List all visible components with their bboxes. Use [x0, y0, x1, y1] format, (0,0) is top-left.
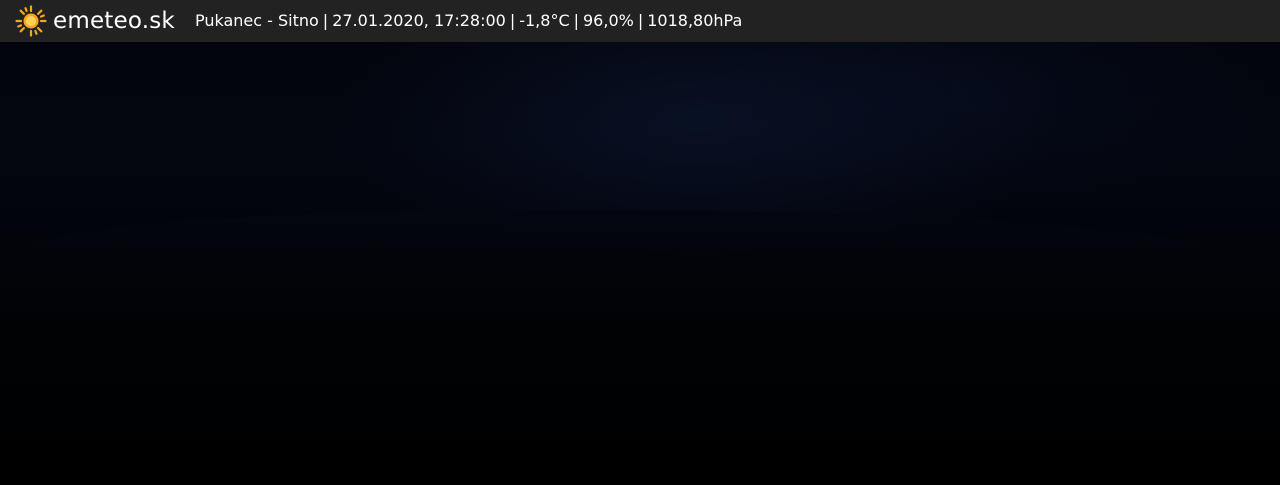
brand-logo[interactable]: emeteo.sk — [15, 0, 175, 42]
station-pressure: 1018,80hPa — [647, 11, 743, 30]
separator: | — [573, 11, 579, 30]
webcam-image — [0, 0, 1280, 485]
separator: | — [322, 11, 329, 30]
sun-icon — [15, 5, 47, 37]
station-info: Pukanec - Sitno | 27.01.2020, 17:28:00 |… — [195, 0, 742, 42]
separator: | — [637, 11, 644, 30]
station-datetime: 27.01.2020, 17:28:00 — [332, 11, 506, 30]
webcam-frame: emeteo.sk Pukanec - Sitno | 27.01.2020, … — [0, 0, 1280, 485]
separator: | — [509, 11, 516, 30]
station-location: Pukanec - Sitno — [194, 11, 319, 30]
station-temperature: -1,8°C — [519, 11, 570, 30]
station-humidity: 96,0% — [583, 11, 634, 30]
header-bar: emeteo.sk Pukanec - Sitno | 27.01.2020, … — [0, 0, 1280, 42]
brand-name: emeteo.sk — [53, 8, 175, 34]
hill-silhouette — [0, 210, 1280, 485]
